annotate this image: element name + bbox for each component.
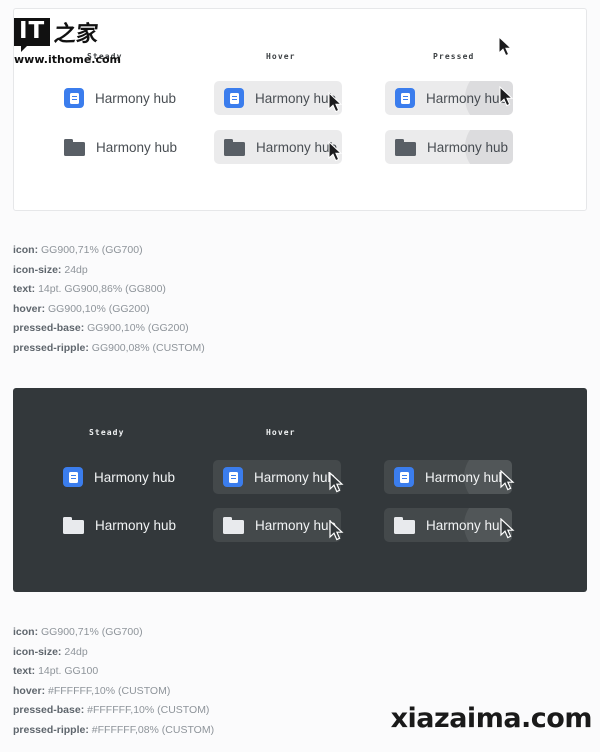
list-item-steady-folder[interactable]: Harmony hub xyxy=(54,130,194,164)
logo-chinese-text: 之家 xyxy=(52,22,100,47)
list-item-label: Harmony hub xyxy=(94,469,176,485)
mouse-cursor-icon xyxy=(499,86,514,107)
spec-key: icon: xyxy=(13,626,39,638)
spec-row: text: 14pt. GG100 xyxy=(13,662,214,682)
mouse-cursor-icon xyxy=(328,92,343,113)
spec-row: icon-size: 24dp xyxy=(13,643,214,663)
pressed-ripple xyxy=(465,130,513,164)
spec-row: hover: GG900,10% (GG200) xyxy=(13,300,205,320)
folder-icon xyxy=(224,138,245,156)
mouse-cursor-icon xyxy=(329,472,344,493)
app-icon xyxy=(64,88,84,108)
app-icon xyxy=(63,467,83,487)
list-item-pressed-app[interactable]: Harmony hub xyxy=(384,460,512,494)
spec-row: icon: GG900,71% (GG700) xyxy=(13,241,205,261)
column-header-steady: Steady xyxy=(89,428,125,437)
spec-row: hover: #FFFFFF,10% (CUSTOM) xyxy=(13,682,214,702)
list-item-pressed-folder[interactable]: Harmony hub xyxy=(384,508,512,542)
site-watermark: xiazaima.com xyxy=(390,703,593,734)
logo-mark: IT xyxy=(14,18,51,52)
list-item-label: Harmony hub xyxy=(255,517,337,533)
mouse-cursor-icon xyxy=(500,518,515,539)
spec-key: hover: xyxy=(13,684,46,697)
app-icon xyxy=(395,88,415,108)
spec-row: icon: GG900,71% (GG700) xyxy=(13,623,214,643)
list-item-pressed-app[interactable]: Harmony hub xyxy=(385,81,513,115)
list-item-hover-app[interactable]: Harmony hub xyxy=(213,460,341,494)
app-icon xyxy=(394,467,414,487)
folder-icon xyxy=(394,516,415,534)
list-item-steady-app[interactable]: Harmony hub xyxy=(53,460,193,494)
ithome-watermark-logo: IT 之家 www.ithome.com xyxy=(14,18,146,66)
mouse-cursor-icon xyxy=(328,141,343,162)
list-item-steady-folder[interactable]: Harmony hub xyxy=(53,508,193,542)
spec-row: pressed-base: GG900,10% (GG200) xyxy=(13,319,205,339)
dark-theme-spec-list: icon: GG900,71% (GG700) icon-size: 24dp … xyxy=(13,623,214,740)
light-theme-spec-list: icon: GG900,71% (GG700) icon-size: 24dp … xyxy=(13,241,205,358)
list-item-label: Harmony hub xyxy=(256,139,338,155)
list-item-hover-folder[interactable]: Harmony hub xyxy=(213,508,341,542)
list-item-hover-folder[interactable]: Harmony hub xyxy=(214,130,342,164)
spec-row: pressed-base: #FFFFFF,10% (CUSTOM) xyxy=(13,701,214,721)
spec-value: #FFFFFF,10% (CUSTOM) xyxy=(48,684,171,697)
folder-icon xyxy=(63,516,84,534)
logo-url: www.ithome.com xyxy=(14,53,122,66)
spec-key: text: xyxy=(13,665,36,677)
app-icon xyxy=(224,88,244,108)
spec-key: pressed-base: xyxy=(13,704,85,716)
mouse-cursor-icon xyxy=(500,470,515,491)
spec-value: #FFFFFF,10% (CUSTOM) xyxy=(87,704,210,716)
spec-row: icon-size: 24dp xyxy=(13,261,205,281)
column-header-hover: Hover xyxy=(266,428,296,437)
list-item-label: Harmony hub xyxy=(95,90,177,106)
spec-key: text: xyxy=(13,283,36,295)
folder-icon xyxy=(395,138,416,156)
list-item-label: Harmony hub xyxy=(96,139,178,155)
list-item-label: Harmony hub xyxy=(255,90,337,106)
spec-key: icon: xyxy=(13,244,39,256)
spec-row: text: 14pt. GG900,86% (GG800) xyxy=(13,280,205,300)
spec-value: 24dp xyxy=(64,645,88,658)
list-item-steady-app[interactable]: Harmony hub xyxy=(54,81,194,115)
list-item-label: Harmony hub xyxy=(254,469,336,485)
list-item-pressed-folder[interactable]: Harmony hub xyxy=(385,130,513,164)
spec-value: 24dp xyxy=(64,263,88,276)
mouse-cursor-icon xyxy=(498,36,513,57)
spec-value: #FFFFFF,08% (CUSTOM) xyxy=(91,723,215,736)
spec-value: GG900,71% (GG700) xyxy=(41,244,143,256)
spec-key: hover: xyxy=(13,302,46,315)
spec-value: 14pt. GG100 xyxy=(38,665,99,677)
app-icon xyxy=(223,467,243,487)
list-item-label: Harmony hub xyxy=(95,517,177,533)
spec-key: pressed-ripple: xyxy=(13,723,89,736)
spec-key: icon-size: xyxy=(13,645,62,658)
spec-key: pressed-base: xyxy=(13,322,85,334)
spec-row: pressed-ripple: #FFFFFF,08% (CUSTOM) xyxy=(13,721,214,741)
column-header-hover: Hover xyxy=(266,52,296,61)
spec-value: GG900,10% (GG200) xyxy=(87,322,189,334)
mouse-cursor-icon xyxy=(329,520,344,541)
spec-value: 14pt. GG900,86% (GG800) xyxy=(38,283,166,295)
spec-value: GG900,10% (GG200) xyxy=(48,302,150,315)
spec-value: GG900,08% (CUSTOM) xyxy=(91,341,205,354)
spec-row: pressed-ripple: GG900,08% (CUSTOM) xyxy=(13,339,205,359)
folder-icon xyxy=(64,138,85,156)
spec-value: GG900,71% (GG700) xyxy=(41,626,143,638)
spec-key: pressed-ripple: xyxy=(13,341,89,354)
spec-key: icon-size: xyxy=(13,263,62,276)
list-item-hover-app[interactable]: Harmony hub xyxy=(214,81,342,115)
folder-icon xyxy=(223,516,244,534)
column-header-pressed: Pressed xyxy=(433,52,475,61)
